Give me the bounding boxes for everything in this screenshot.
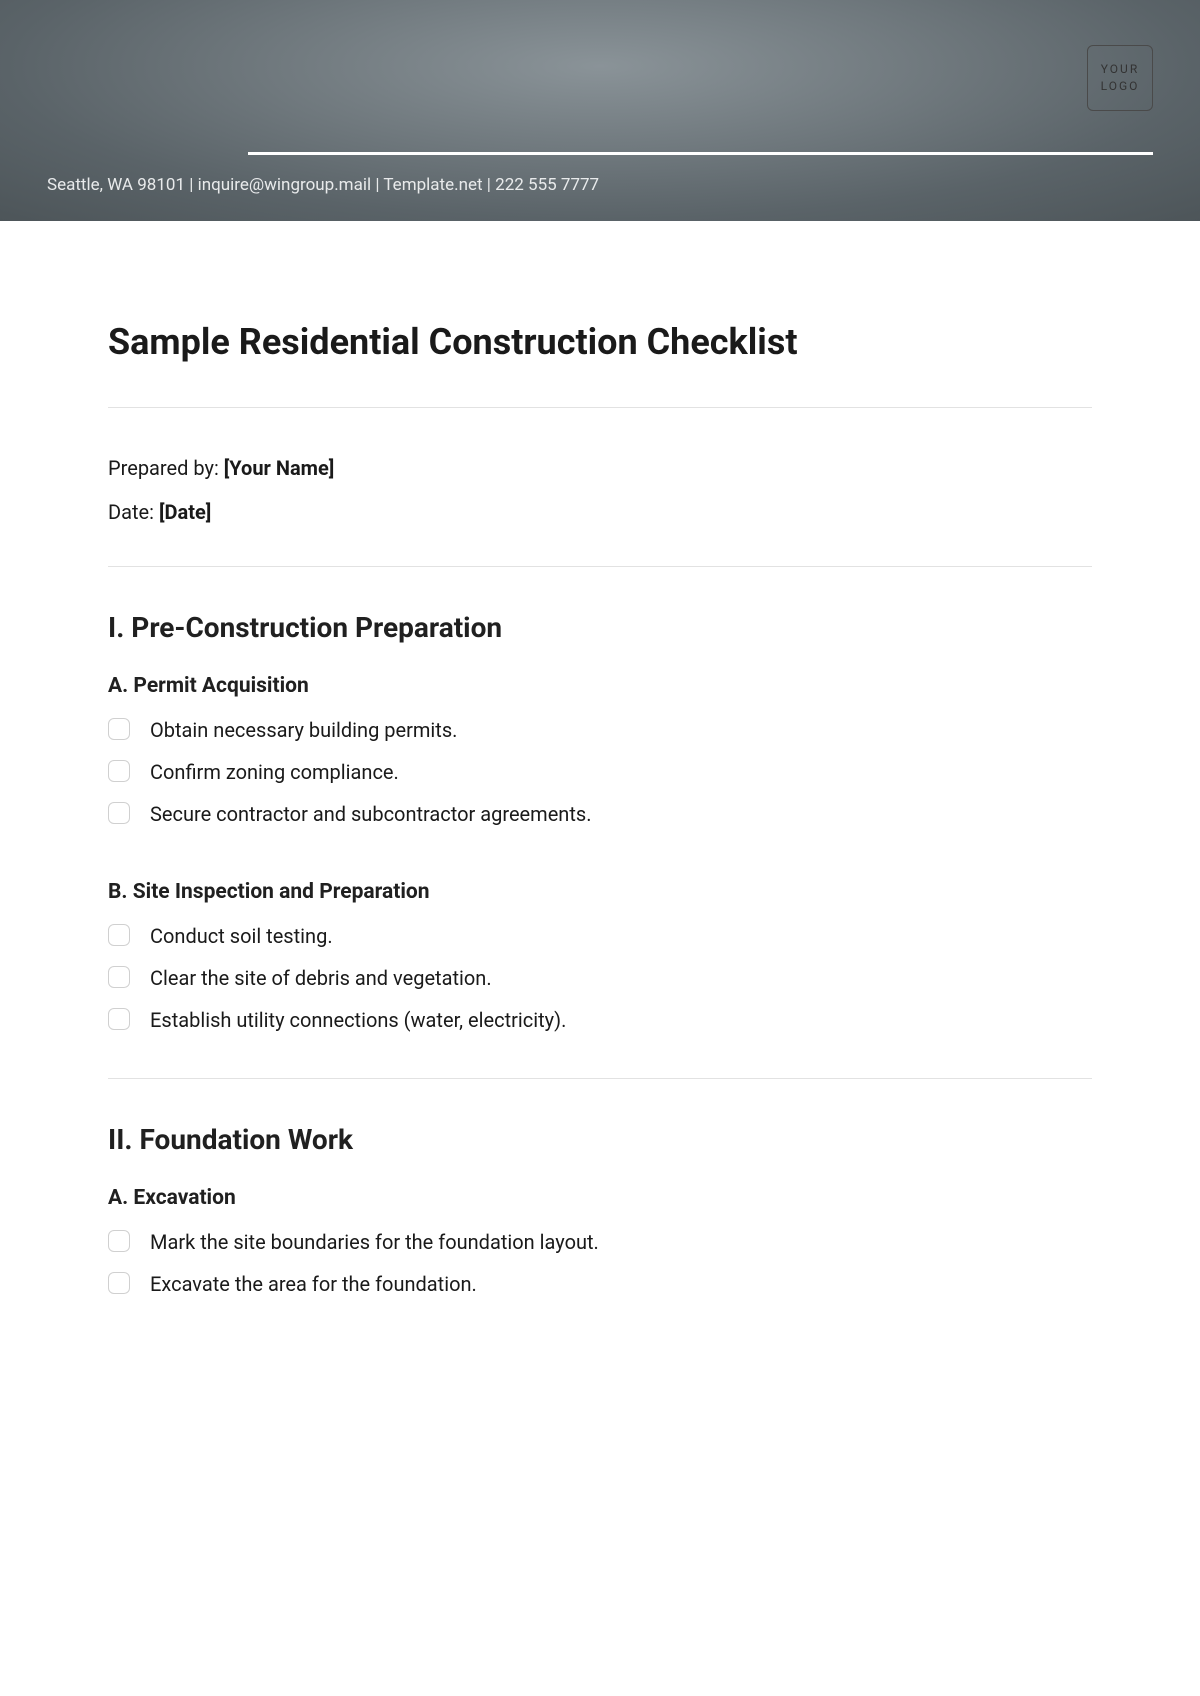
document-body: Sample Residential Construction Checklis…: [0, 221, 1200, 1382]
subsection: B. Site Inspection and Preparation Conduc…: [108, 880, 1092, 1034]
checklist: Conduct soil testing. Clear the site of d…: [108, 922, 1092, 1034]
checkbox[interactable]: [108, 924, 130, 946]
date-label: Date:: [108, 500, 159, 524]
checklist-item-text: Conduct soil testing.: [150, 922, 333, 950]
meta-block: Prepared by: [Your Name] Date: [Date]: [108, 408, 1092, 566]
checkbox[interactable]: [108, 802, 130, 824]
subsection-title: A. Excavation: [108, 1186, 1092, 1210]
checklist-item-text: Secure contractor and subcontractor agre…: [150, 800, 592, 828]
checkbox[interactable]: [108, 1272, 130, 1294]
logo-text-line2: LOGO: [1101, 78, 1140, 95]
checklist-item: Obtain necessary building permits.: [108, 716, 1092, 744]
section-title: I. Pre-Construction Preparation: [108, 611, 1092, 644]
subsection: A. Excavation Mark the site boundaries fo…: [108, 1186, 1092, 1298]
section: I. Pre-Construction Preparation A. Permit…: [108, 567, 1092, 1078]
checklist: Mark the site boundaries for the foundat…: [108, 1228, 1092, 1298]
checklist-item-text: Mark the site boundaries for the foundat…: [150, 1228, 599, 1256]
document-header: YOUR LOGO Seattle, WA 98101 | inquire@wi…: [0, 0, 1200, 221]
checklist-item: Establish utility connections (water, el…: [108, 1006, 1092, 1034]
checklist: Obtain necessary building permits. Confir…: [108, 716, 1092, 828]
logo-text-line1: YOUR: [1101, 61, 1139, 78]
prepared-by-label: Prepared by:: [108, 456, 224, 480]
header-contact-info: Seattle, WA 98101 | inquire@wingroup.mai…: [47, 175, 599, 195]
checklist-item: Excavate the area for the foundation.: [108, 1270, 1092, 1298]
checklist-item-text: Excavate the area for the foundation.: [150, 1270, 477, 1298]
checkbox[interactable]: [108, 760, 130, 782]
checklist-item: Mark the site boundaries for the foundat…: [108, 1228, 1092, 1256]
subsection-title: A. Permit Acquisition: [108, 674, 1092, 698]
checklist-item-text: Establish utility connections (water, el…: [150, 1006, 566, 1034]
checkbox[interactable]: [108, 1008, 130, 1030]
checklist-item: Secure contractor and subcontractor agre…: [108, 800, 1092, 828]
checkbox[interactable]: [108, 718, 130, 740]
date-line: Date: [Date]: [108, 500, 1092, 524]
checkbox[interactable]: [108, 1230, 130, 1252]
prepared-by-line: Prepared by: [Your Name]: [108, 456, 1092, 480]
checklist-item-text: Clear the site of debris and vegetation.: [150, 964, 492, 992]
checklist-item-text: Obtain necessary building permits.: [150, 716, 457, 744]
header-divider: [248, 152, 1153, 155]
section-title: II. Foundation Work: [108, 1123, 1092, 1156]
checkbox[interactable]: [108, 966, 130, 988]
subsection: A. Permit Acquisition Obtain necessary bu…: [108, 674, 1092, 828]
checklist-item: Clear the site of debris and vegetation.: [108, 964, 1092, 992]
checklist-item: Confirm zoning compliance.: [108, 758, 1092, 786]
checklist-item: Conduct soil testing.: [108, 922, 1092, 950]
logo-placeholder: YOUR LOGO: [1087, 45, 1153, 111]
date-value: [Date]: [159, 500, 211, 524]
prepared-by-value: [Your Name]: [224, 456, 335, 480]
section: II. Foundation Work A. Excavation Mark the…: [108, 1079, 1092, 1342]
document-title: Sample Residential Construction Checklis…: [108, 321, 1092, 363]
checklist-item-text: Confirm zoning compliance.: [150, 758, 399, 786]
subsection-title: B. Site Inspection and Preparation: [108, 880, 1092, 904]
